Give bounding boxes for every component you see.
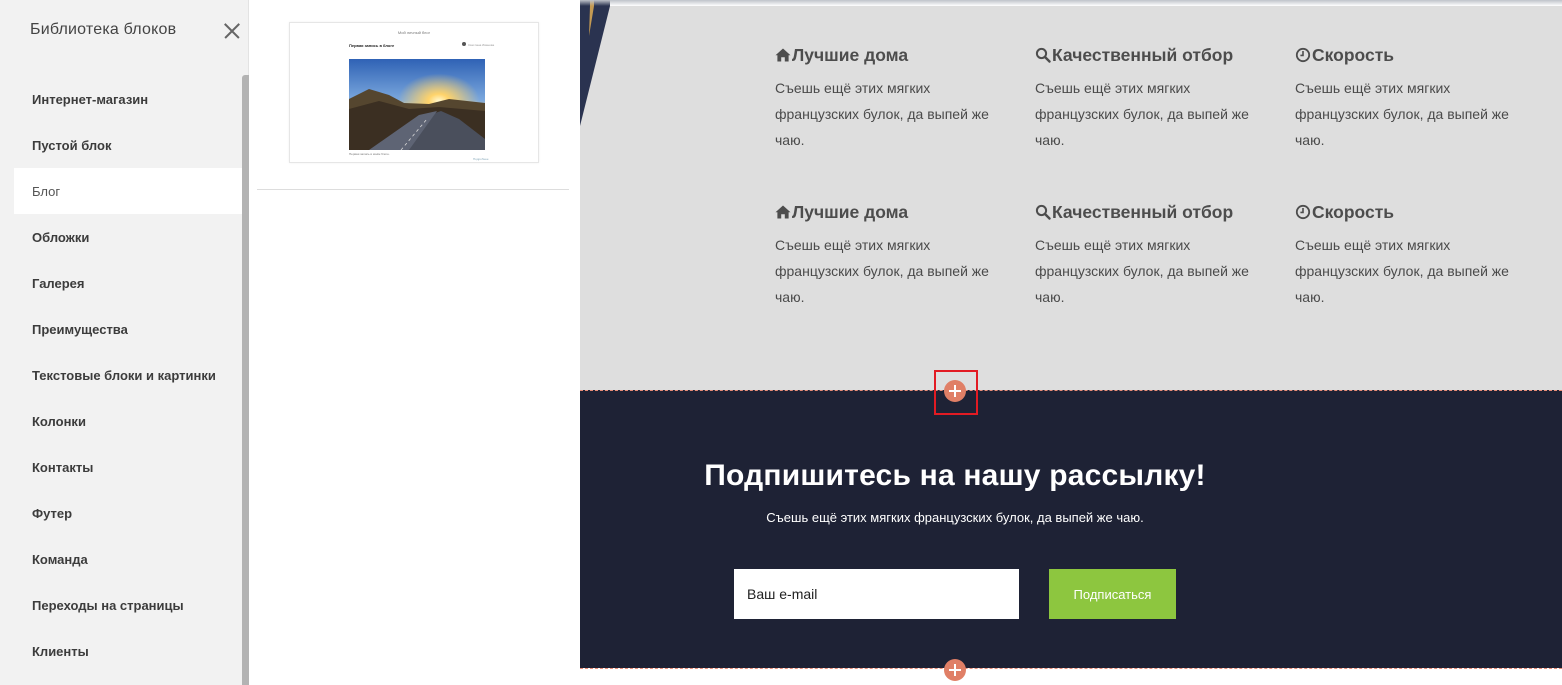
category-label: Клиенты <box>32 643 89 659</box>
clock-icon <box>1295 204 1311 220</box>
sidebar-header: Библиотека блоков <box>0 0 249 62</box>
category-item-covers[interactable]: Обложки <box>14 214 242 260</box>
plus-icon[interactable] <box>944 659 966 681</box>
feature-title: Скорость <box>1295 44 1535 66</box>
feature-text: Съешь ещё этих мягких французских булок,… <box>775 80 989 148</box>
category-label: Колонки <box>32 413 86 429</box>
sidebar-title: Библиотека блоков <box>30 21 177 38</box>
category-label: Преимущества <box>32 321 128 337</box>
home-icon <box>775 205 791 219</box>
block-boundary-line <box>580 390 1562 391</box>
thumbnail-post-title: Первая запись в блоге <box>349 43 395 48</box>
email-input[interactable] <box>734 569 1019 619</box>
block-library-sidebar: Библиотека блоков Интернет-магазин Пусто… <box>0 0 249 685</box>
feature-item[interactable]: Скорость Съешь ещё этих мягких французск… <box>1295 44 1535 153</box>
category-label: Обложки <box>32 229 90 245</box>
subscribe-button[interactable]: Подписаться <box>1049 569 1176 619</box>
feature-item[interactable]: Лучшие дома Съешь ещё этих мягких францу… <box>775 44 1015 153</box>
block-preview-panel: Мой личный блог Первая запись в блоге Св… <box>249 0 580 685</box>
feature-title-text: Лучшие дома <box>792 44 909 65</box>
category-item-internet-shop[interactable]: Интернет-магазин <box>14 76 242 122</box>
feature-title: Скорость <box>1295 201 1535 223</box>
feature-item[interactable]: Качественный отбор Съешь ещё этих мягких… <box>1035 44 1275 153</box>
category-item-text-and-images[interactable]: Текстовые блоки и картинки <box>14 352 242 398</box>
feature-title-text: Скорость <box>1312 201 1395 222</box>
category-label: Переходы на страницы <box>32 597 184 613</box>
feature-title-text: Скорость <box>1312 44 1395 65</box>
category-item-columns[interactable]: Колонки <box>14 398 242 444</box>
category-label: Пустой блок <box>32 137 112 153</box>
preview-divider <box>257 189 569 190</box>
add-block-highlight <box>934 370 978 415</box>
sidebar-scrollbar[interactable] <box>242 75 249 685</box>
blog-block-thumbnail[interactable]: Мой личный блог Первая запись в блоге Св… <box>289 22 539 163</box>
feature-title: Качественный отбор <box>1035 44 1275 66</box>
search-icon <box>1035 47 1051 63</box>
feature-title-text: Лучшие дома <box>792 201 909 222</box>
subscribe-title: Подпишитесь на нашу рассылку! <box>704 459 1206 492</box>
feature-title: Лучшие дома <box>775 201 1015 223</box>
category-label: Блог <box>32 183 61 199</box>
thumbnail-more-link: Подробнее <box>473 157 489 161</box>
category-item-contacts[interactable]: Контакты <box>14 444 242 490</box>
feature-title: Лучшие дома <box>775 44 1015 66</box>
thumbnail-author: Светлана Иванова <box>468 43 495 47</box>
category-item-advantages[interactable]: Преимущества <box>14 306 242 352</box>
feature-title-text: Качественный отбор <box>1052 201 1234 222</box>
feature-text: Съешь ещё этих мягких французских булок,… <box>1035 237 1249 305</box>
category-label: Команда <box>32 551 88 567</box>
category-item-footer[interactable]: Футер <box>14 490 242 536</box>
thumbnail-blog-title: Мой личный блог <box>397 30 431 35</box>
category-label: Галерея <box>32 275 85 291</box>
category-label: Футер <box>32 505 73 521</box>
feature-item[interactable]: Качественный отбор Съешь ещё этих мягких… <box>1035 201 1275 310</box>
subscribe-subtitle: Съешь ещё этих мягких французских булок,… <box>766 510 1144 525</box>
category-item-clients[interactable]: Клиенты <box>14 628 242 674</box>
category-item-empty-block[interactable]: Пустой блок <box>14 122 242 168</box>
category-item-team[interactable]: Команда <box>14 536 242 582</box>
category-item-gallery[interactable]: Галерея <box>14 260 242 306</box>
category-list: Интернет-магазин Пустой блок Блог Обложк… <box>14 76 242 674</box>
feature-title: Качественный отбор <box>1035 201 1275 223</box>
thumbnail-road-photo <box>349 59 485 150</box>
feature-item[interactable]: Скорость Съешь ещё этих мягких французск… <box>1295 201 1535 310</box>
home-icon <box>775 48 791 62</box>
features-section[interactable]: Лучшие дома Съешь ещё этих мягких францу… <box>580 6 1562 390</box>
category-item-blog[interactable]: Блог <box>14 168 242 214</box>
feature-text: Съешь ещё этих мягких французских булок,… <box>1295 237 1509 305</box>
feature-text: Съешь ещё этих мягких французских булок,… <box>1295 80 1509 148</box>
features-diagonal-edge <box>580 6 610 126</box>
search-icon <box>1035 204 1051 220</box>
thumbnail-avatar <box>462 42 466 46</box>
feature-text: Съешь ещё этих мягких французских булок,… <box>775 237 989 305</box>
feature-text: Съешь ещё этих мягких французских булок,… <box>1035 80 1249 148</box>
close-icon[interactable] <box>221 21 241 41</box>
next-section <box>580 668 1562 685</box>
feature-item[interactable]: Лучшие дома Съешь ещё этих мягких францу… <box>775 201 1015 310</box>
block-boundary-line <box>580 668 1562 669</box>
category-label: Текстовые блоки и картинки <box>32 367 216 383</box>
feature-title-text: Качественный отбор <box>1052 44 1234 65</box>
category-item-page-links[interactable]: Переходы на страницы <box>14 582 242 628</box>
category-label: Контакты <box>32 459 94 475</box>
category-label: Интернет-магазин <box>32 91 149 107</box>
subscribe-section[interactable]: Подпишитесь на нашу рассылку! Съешь ещё … <box>580 390 1562 668</box>
clock-icon <box>1295 47 1311 63</box>
thumbnail-caption: Первая запись в моём блоге. <box>349 152 390 156</box>
